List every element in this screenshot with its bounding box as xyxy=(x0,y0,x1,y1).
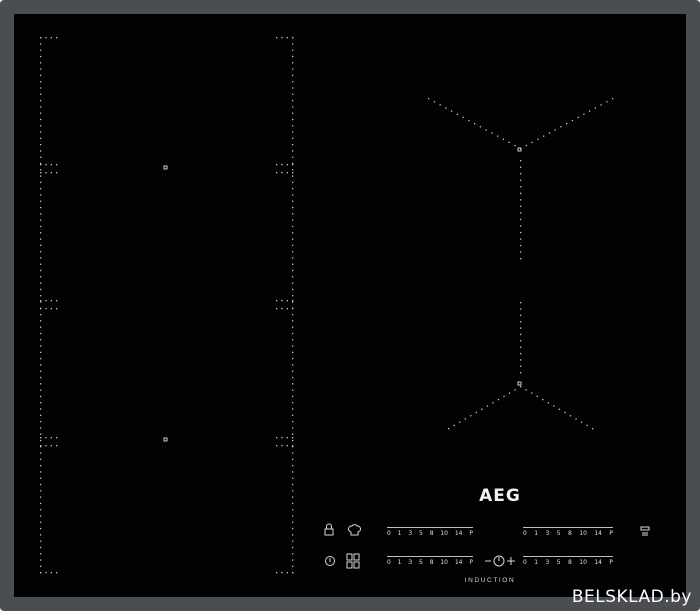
slider-level-label: 5 xyxy=(556,559,561,566)
slider-level-label: 0 xyxy=(523,530,527,537)
induction-label: INDUCTION xyxy=(464,577,516,584)
slider-level-label: 1 xyxy=(397,559,402,566)
watermark: BELSKLAD.by xyxy=(571,587,692,607)
brand-logo: AEG xyxy=(479,486,521,506)
slider-level-label: 10 xyxy=(579,530,587,537)
slider-level-label: 14 xyxy=(594,559,602,566)
slider-level-label: 0 xyxy=(387,530,391,537)
slider-level-label: 8 xyxy=(429,530,434,537)
slider-level-label: 1 xyxy=(397,530,402,537)
slider-level-label: 10 xyxy=(440,530,448,537)
slider-level-label: 14 xyxy=(454,559,463,566)
slider-level-label: 10 xyxy=(440,559,448,566)
slider-level-label: 0 xyxy=(523,559,527,566)
slider-level-label: 1 xyxy=(534,559,539,566)
slider-level-label: 0 xyxy=(387,559,391,566)
slider-level-label: 8 xyxy=(429,559,434,566)
slider-level-label: 8 xyxy=(568,530,572,537)
slider-level-label: 10 xyxy=(579,559,587,566)
slider-right-top[interactable]: 0 1 3 5 8 10 14 P xyxy=(523,527,613,541)
slider-level-label: 14 xyxy=(594,530,602,537)
slider-level-label: P xyxy=(609,559,613,566)
slider-left-bottom[interactable]: 0 1 3 5 8 10 14 P xyxy=(387,556,473,570)
slider-level-label: 3 xyxy=(545,559,550,566)
slider-level-label: 5 xyxy=(419,530,423,537)
slider-level-label: P xyxy=(609,530,613,537)
slider-level-label: 3 xyxy=(408,530,413,537)
slider-level-label: 3 xyxy=(408,559,413,566)
slider-level-label: 3 xyxy=(545,530,550,537)
slider-level-label: 14 xyxy=(454,530,463,537)
slider-level-label: 5 xyxy=(419,559,423,566)
glass-surface xyxy=(14,14,686,597)
slider-left-top[interactable]: 0 1 3 5 8 10 14 P xyxy=(387,527,473,541)
slider-level-label: 8 xyxy=(568,559,572,566)
induction-hob xyxy=(0,0,700,611)
slider-level-label: 5 xyxy=(556,530,561,537)
slider-level-label: P xyxy=(469,530,473,537)
slider-level-label: P xyxy=(469,559,473,566)
slider-right-bottom[interactable]: 0 1 3 5 8 10 14 P xyxy=(523,556,613,570)
slider-level-label: 1 xyxy=(534,530,539,537)
